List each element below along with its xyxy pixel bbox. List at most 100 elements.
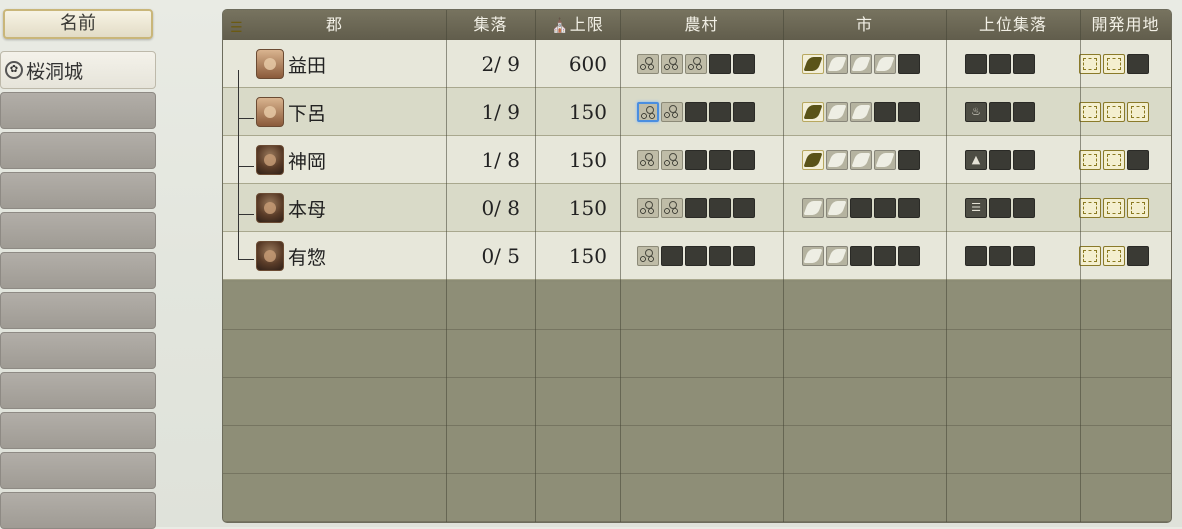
farm-icon[interactable] xyxy=(637,150,659,170)
dev-land-icon[interactable] xyxy=(1079,150,1101,170)
market-icon[interactable] xyxy=(850,102,872,122)
empty-slot-icon[interactable] xyxy=(709,102,731,122)
farm-icon[interactable] xyxy=(661,150,683,170)
market-icon[interactable] xyxy=(826,54,848,74)
market-icon[interactable] xyxy=(826,102,848,122)
empty-slot-icon[interactable] xyxy=(733,150,755,170)
empty-slot-icon[interactable] xyxy=(850,198,872,218)
table-row[interactable]: 有惣 0/ 5 150 xyxy=(223,232,1171,280)
dev-land-icon[interactable] xyxy=(1103,150,1125,170)
market-icon[interactable] xyxy=(802,246,824,266)
empty-slot-icon[interactable] xyxy=(1013,102,1035,122)
lord-portrait[interactable] xyxy=(256,97,284,127)
empty-slot-icon[interactable] xyxy=(874,102,896,122)
empty-slot-icon[interactable] xyxy=(1127,246,1149,266)
hot-spring-icon[interactable]: ♨ xyxy=(965,102,987,122)
farm-icon[interactable] xyxy=(661,102,683,122)
farm-icon[interactable] xyxy=(637,198,659,218)
empty-slot-icon[interactable] xyxy=(989,246,1011,266)
empty-slot-icon[interactable] xyxy=(1127,54,1149,74)
col-farm[interactable]: 農村 xyxy=(620,10,783,40)
dev-land-icon[interactable] xyxy=(1079,54,1101,74)
empty-slot-icon[interactable] xyxy=(1013,198,1035,218)
farm-icon[interactable] xyxy=(637,246,659,266)
empty-slot-icon[interactable] xyxy=(1013,150,1035,170)
lord-portrait[interactable] xyxy=(256,145,284,175)
empty-slot-icon[interactable] xyxy=(989,150,1011,170)
empty-castle-slot[interactable] xyxy=(0,372,156,409)
temple-icon[interactable]: ☰ xyxy=(965,198,987,218)
dev-land-icon[interactable] xyxy=(1127,102,1149,122)
empty-slot-icon[interactable] xyxy=(661,246,683,266)
empty-slot-icon[interactable] xyxy=(850,246,872,266)
farm-icon[interactable] xyxy=(661,198,683,218)
table-row[interactable]: 本母 0/ 8 150 ☰ xyxy=(223,184,1171,232)
dev-land-icon[interactable] xyxy=(1103,246,1125,266)
empty-castle-slot[interactable] xyxy=(0,92,156,129)
empty-slot-icon[interactable] xyxy=(733,246,755,266)
empty-castle-slot[interactable] xyxy=(0,292,156,329)
empty-castle-slot[interactable] xyxy=(0,332,156,369)
empty-castle-slot[interactable] xyxy=(0,172,156,209)
dev-land-icon[interactable] xyxy=(1103,102,1125,122)
table-row[interactable]: 益田 2/ 9 600 xyxy=(223,40,1171,88)
empty-slot-icon[interactable] xyxy=(898,198,920,218)
col-market[interactable]: 市 xyxy=(783,10,946,40)
market-icon[interactable] xyxy=(874,54,896,74)
market-icon[interactable] xyxy=(826,150,848,170)
empty-slot-icon[interactable] xyxy=(1127,150,1149,170)
dev-land-icon[interactable] xyxy=(1079,198,1101,218)
market-icon[interactable] xyxy=(802,102,824,122)
dev-land-icon[interactable] xyxy=(1103,54,1125,74)
empty-slot-icon[interactable] xyxy=(898,102,920,122)
castle-item[interactable]: ✿ 桜洞城 xyxy=(0,51,156,89)
col-limit[interactable]: ⛪上限 xyxy=(535,10,620,40)
empty-slot-icon[interactable] xyxy=(989,102,1011,122)
market-icon[interactable] xyxy=(826,246,848,266)
market-icon[interactable] xyxy=(802,54,824,74)
farm-icon[interactable] xyxy=(637,102,659,122)
empty-castle-slot[interactable] xyxy=(0,132,156,169)
empty-slot-icon[interactable] xyxy=(965,54,987,74)
empty-slot-icon[interactable] xyxy=(733,54,755,74)
empty-castle-slot[interactable] xyxy=(0,412,156,449)
lord-portrait[interactable] xyxy=(256,241,284,271)
empty-slot-icon[interactable] xyxy=(874,198,896,218)
empty-slot-icon[interactable] xyxy=(733,198,755,218)
dev-land-icon[interactable] xyxy=(1103,198,1125,218)
empty-slot-icon[interactable] xyxy=(709,246,731,266)
empty-slot-icon[interactable] xyxy=(898,54,920,74)
market-icon[interactable] xyxy=(802,198,824,218)
empty-slot-icon[interactable] xyxy=(874,246,896,266)
empty-castle-slot[interactable] xyxy=(0,452,156,489)
dev-land-icon[interactable] xyxy=(1079,102,1101,122)
empty-slot-icon[interactable] xyxy=(989,198,1011,218)
empty-slot-icon[interactable] xyxy=(1013,246,1035,266)
empty-slot-icon[interactable] xyxy=(685,198,707,218)
col-gun[interactable]: 郡 xyxy=(223,10,446,40)
empty-slot-icon[interactable] xyxy=(898,246,920,266)
farm-icon[interactable] xyxy=(685,54,707,74)
market-icon[interactable] xyxy=(826,198,848,218)
market-icon[interactable] xyxy=(850,54,872,74)
table-row[interactable]: 神岡 1/ 8 150 ▲ xyxy=(223,136,1171,184)
lord-portrait[interactable] xyxy=(256,49,284,79)
empty-slot-icon[interactable] xyxy=(898,150,920,170)
name-sort-button[interactable]: 名前 xyxy=(3,9,153,39)
empty-slot-icon[interactable] xyxy=(709,150,731,170)
empty-castle-slot[interactable] xyxy=(0,212,156,249)
empty-slot-icon[interactable] xyxy=(965,246,987,266)
empty-castle-slot[interactable] xyxy=(0,492,156,529)
table-row[interactable]: 下呂 1/ 9 150 ♨ xyxy=(223,88,1171,136)
empty-slot-icon[interactable] xyxy=(989,54,1011,74)
dev-land-icon[interactable] xyxy=(1079,246,1101,266)
empty-slot-icon[interactable] xyxy=(685,150,707,170)
market-icon[interactable] xyxy=(802,150,824,170)
col-settlements[interactable]: 集落 xyxy=(446,10,535,40)
empty-slot-icon[interactable] xyxy=(733,102,755,122)
col-dev[interactable]: 開発用地 xyxy=(1080,10,1171,40)
empty-slot-icon[interactable] xyxy=(1013,54,1035,74)
market-icon[interactable] xyxy=(874,150,896,170)
farm-icon[interactable] xyxy=(637,54,659,74)
col-upper[interactable]: 上位集落 xyxy=(946,10,1080,40)
